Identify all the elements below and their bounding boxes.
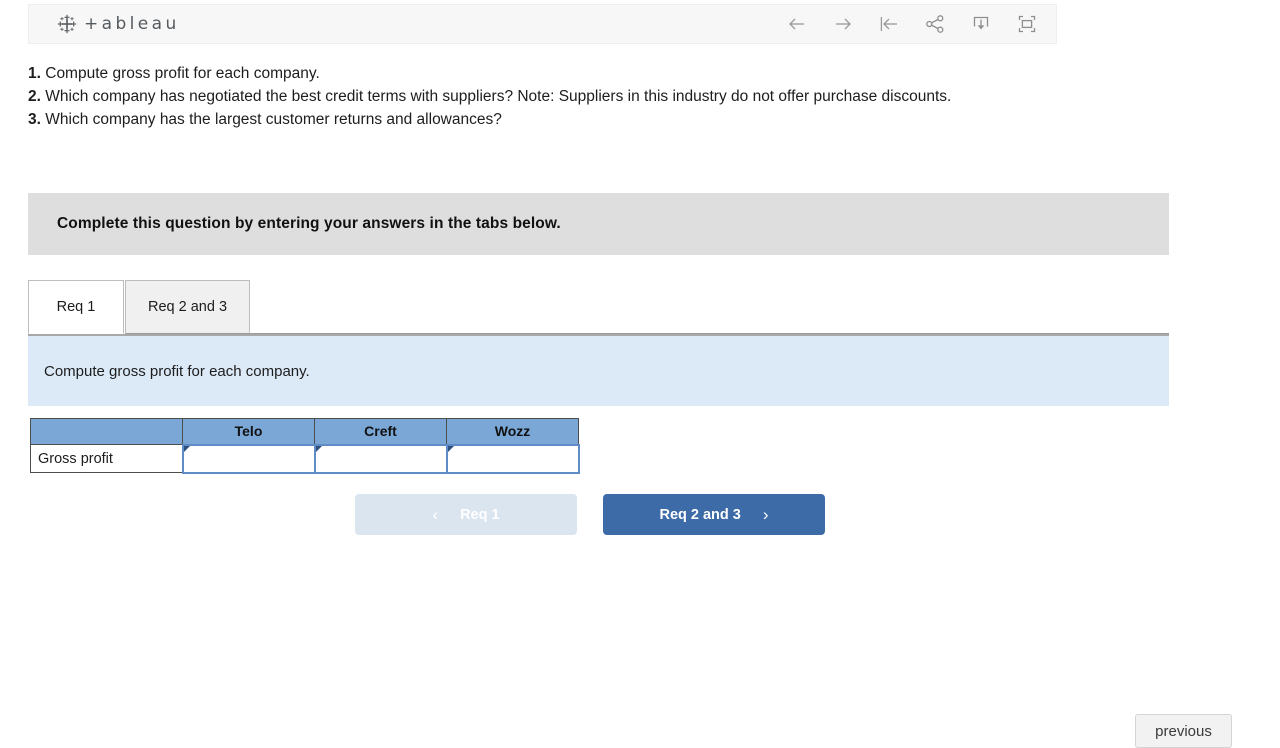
entry-cell-creft[interactable]	[313, 443, 448, 474]
stem-item-3: 3. Which company has the largest custome…	[28, 108, 1208, 131]
requirement-nav-buttons: ‹ Req 1 Req 2 and 3 ›	[355, 494, 825, 535]
download-button[interactable]	[958, 5, 1004, 43]
stem-item-2: 2. Which company has negotiated the best…	[28, 85, 1208, 108]
arrow-left-icon	[786, 13, 808, 35]
tableau-logo-icon	[57, 14, 77, 34]
column-header-telo: Telo	[182, 418, 315, 445]
table-row: Gross profit	[30, 443, 580, 474]
arrow-right-icon	[832, 13, 854, 35]
tab-req-1[interactable]: Req 1	[28, 280, 124, 334]
gross-profit-wozz-input[interactable]	[447, 445, 578, 472]
share-icon	[924, 13, 946, 35]
tableau-wordmark: +ableau	[84, 14, 180, 34]
toolbar-icon-group	[774, 5, 1056, 43]
entry-cell-wozz[interactable]	[445, 443, 580, 474]
previous-page-button[interactable]: previous	[1135, 714, 1232, 748]
row-label-gross-profit: Gross profit	[30, 444, 183, 473]
tableau-viz-toolbar: +ableau	[28, 4, 1057, 44]
next-requirement-button[interactable]: Req 2 and 3 ›	[603, 494, 825, 535]
entry-cell-telo[interactable]	[181, 443, 316, 474]
stem-item-2-number: 2.	[28, 88, 41, 105]
answer-table-corner-cell	[30, 418, 183, 445]
stem-item-1: 1. Compute gross profit for each company…	[28, 62, 1208, 85]
stem-item-1-text: Compute gross profit for each company.	[40, 65, 320, 82]
forward-button[interactable]	[820, 5, 866, 43]
requirement-panel-text: Compute gross profit for each company.	[44, 362, 310, 380]
instruction-banner-text: Complete this question by entering your …	[57, 215, 561, 232]
cell-marker-icon	[183, 445, 190, 452]
column-header-creft: Creft	[314, 418, 447, 445]
prev-requirement-label: Req 1	[460, 506, 500, 523]
tab-req-2-and-3[interactable]: Req 2 and 3	[125, 280, 251, 334]
answer-table-body: Gross profit	[30, 443, 580, 474]
download-icon	[970, 13, 992, 35]
answer-table-head: Telo Creft Wozz	[30, 418, 579, 445]
chevron-left-icon: ‹	[432, 505, 439, 524]
fullscreen-icon	[1016, 13, 1038, 35]
tab-req-1-label: Req 1	[56, 299, 96, 315]
next-requirement-label: Req 2 and 3	[659, 506, 741, 523]
prev-requirement-button[interactable]: ‹ Req 1	[355, 494, 577, 535]
chevron-right-icon: ›	[762, 505, 769, 524]
share-button[interactable]	[912, 5, 958, 43]
instruction-banner: Complete this question by entering your …	[28, 193, 1169, 255]
stem-item-3-text: Which company has the largest customer r…	[40, 111, 502, 128]
tableau-brand: +ableau	[29, 14, 180, 34]
tab-req-2-and-3-label: Req 2 and 3	[148, 299, 228, 315]
gross-profit-telo-input[interactable]	[183, 445, 314, 472]
requirement-panel: Compute gross profit for each company.	[28, 334, 1169, 406]
answer-table-header-row: Telo Creft Wozz	[30, 418, 579, 445]
back-button[interactable]	[774, 5, 820, 43]
answer-table: Telo Creft Wozz Gross profit	[30, 418, 580, 474]
revert-button[interactable]	[866, 5, 912, 43]
stem-item-3-number: 3.	[28, 111, 41, 128]
previous-page-label: previous	[1155, 722, 1212, 740]
tabstrip-filler	[250, 279, 1169, 334]
question-stem: 1. Compute gross profit for each company…	[28, 62, 1208, 131]
gross-profit-creft-input[interactable]	[315, 445, 446, 472]
revert-to-start-icon	[878, 13, 900, 35]
cell-marker-icon	[315, 445, 322, 452]
cell-marker-icon	[447, 445, 454, 452]
fullscreen-button[interactable]	[1004, 5, 1050, 43]
stem-item-2-text: Which company has negotiated the best cr…	[40, 88, 952, 105]
column-header-wozz: Wozz	[446, 418, 579, 445]
requirement-tabstrip: Req 1 Req 2 and 3	[28, 279, 1169, 334]
stem-item-1-number: 1.	[28, 65, 41, 82]
